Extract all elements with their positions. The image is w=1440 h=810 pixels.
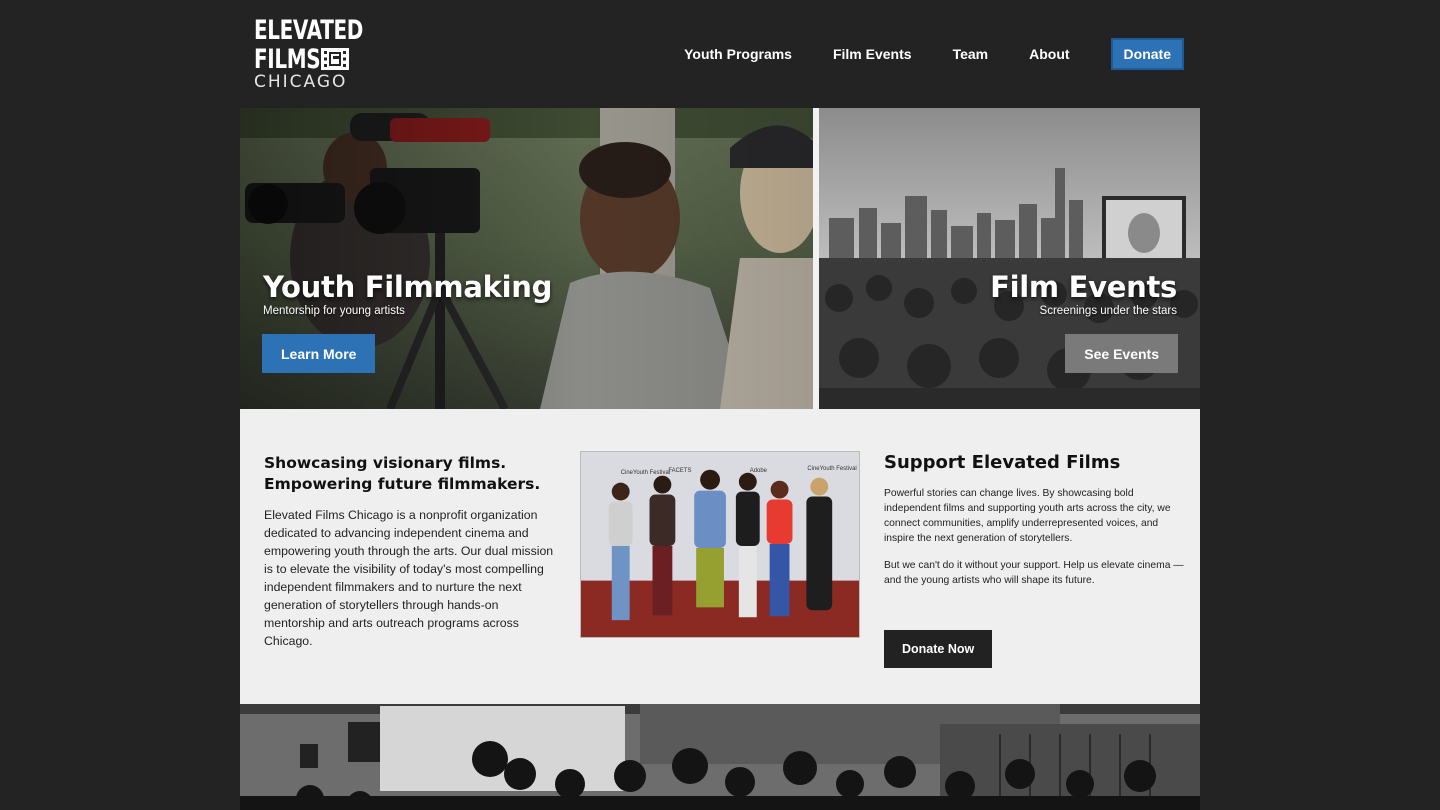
mission-heading-line2: Empowering future filmmakers. xyxy=(264,475,541,493)
backdrop-label-1: FACETS xyxy=(668,468,691,474)
film-strip-icon xyxy=(321,48,349,70)
donate-now-button[interactable]: Donate Now xyxy=(884,630,993,668)
youth-group-photo: CineYouth Festival FACETS Adobe CineYout… xyxy=(580,451,860,638)
group-photo-image: CineYouth Festival FACETS Adobe CineYout… xyxy=(581,452,859,637)
see-events-button[interactable]: See Events xyxy=(1065,334,1178,373)
mission-column: Showcasing visionary films. Empowering f… xyxy=(264,453,554,650)
mission-body: Elevated Films Chicago is a nonprofit or… xyxy=(264,508,554,648)
main-nav: Youth Programs Film Events Team About Do… xyxy=(684,38,1184,70)
hero-events-subtitle: Screenings under the stars xyxy=(1039,305,1177,317)
nav-team[interactable]: Team xyxy=(953,46,989,62)
support-column: Support Elevated Films Powerful stories … xyxy=(884,452,1184,668)
nav-about[interactable]: About xyxy=(1029,46,1069,62)
hero-events-title: Film Events xyxy=(990,270,1177,304)
support-heading: Support Elevated Films xyxy=(884,452,1121,473)
hero-youth-subtitle: Mentorship for young artists xyxy=(263,305,405,317)
backdrop-label-2: CineYouth Festival xyxy=(621,470,670,476)
donate-button[interactable]: Donate xyxy=(1110,38,1184,70)
backdrop-label-3: Adobe xyxy=(750,468,768,474)
backdrop-label-4: CineYouth Festival xyxy=(807,466,856,472)
logo-line-chicago: CHICAGO xyxy=(254,72,348,92)
screening-photo-strip xyxy=(240,704,1200,810)
site-logo[interactable]: ELEVATED FILMS CHICAGO xyxy=(254,16,363,92)
youth-filmmaking-panel: Youth Filmmaking Mentorship for young ar… xyxy=(240,108,813,409)
learn-more-button[interactable]: Learn More xyxy=(262,334,376,373)
support-paragraph-2: But we can't do it without your support.… xyxy=(884,560,1184,586)
hero-youth-title: Youth Filmmaking xyxy=(263,270,553,304)
mission-heading: Showcasing visionary films. Empowering f… xyxy=(264,453,554,495)
film-events-panel: Film Events Screenings under the stars S… xyxy=(819,108,1200,409)
mission-heading-line1: Showcasing visionary films. xyxy=(264,454,507,472)
outdoor-screening-photo xyxy=(240,704,1200,810)
hero-section: Youth Filmmaking Mentorship for young ar… xyxy=(240,108,1200,409)
page: ELEVATED FILMS CHICAGO Youth Programs Fi… xyxy=(0,0,1440,810)
logo-line-films: FILMS xyxy=(254,44,321,75)
support-paragraph-1: Powerful stories can change lives. By sh… xyxy=(884,488,1171,544)
nav-youth-programs[interactable]: Youth Programs xyxy=(684,46,792,62)
info-section: Showcasing visionary films. Empowering f… xyxy=(240,409,1200,704)
nav-film-events[interactable]: Film Events xyxy=(833,46,912,62)
site-header: ELEVATED FILMS CHICAGO Youth Programs Fi… xyxy=(240,0,1200,108)
logo-line-elevated: ELEVATED xyxy=(254,15,363,46)
